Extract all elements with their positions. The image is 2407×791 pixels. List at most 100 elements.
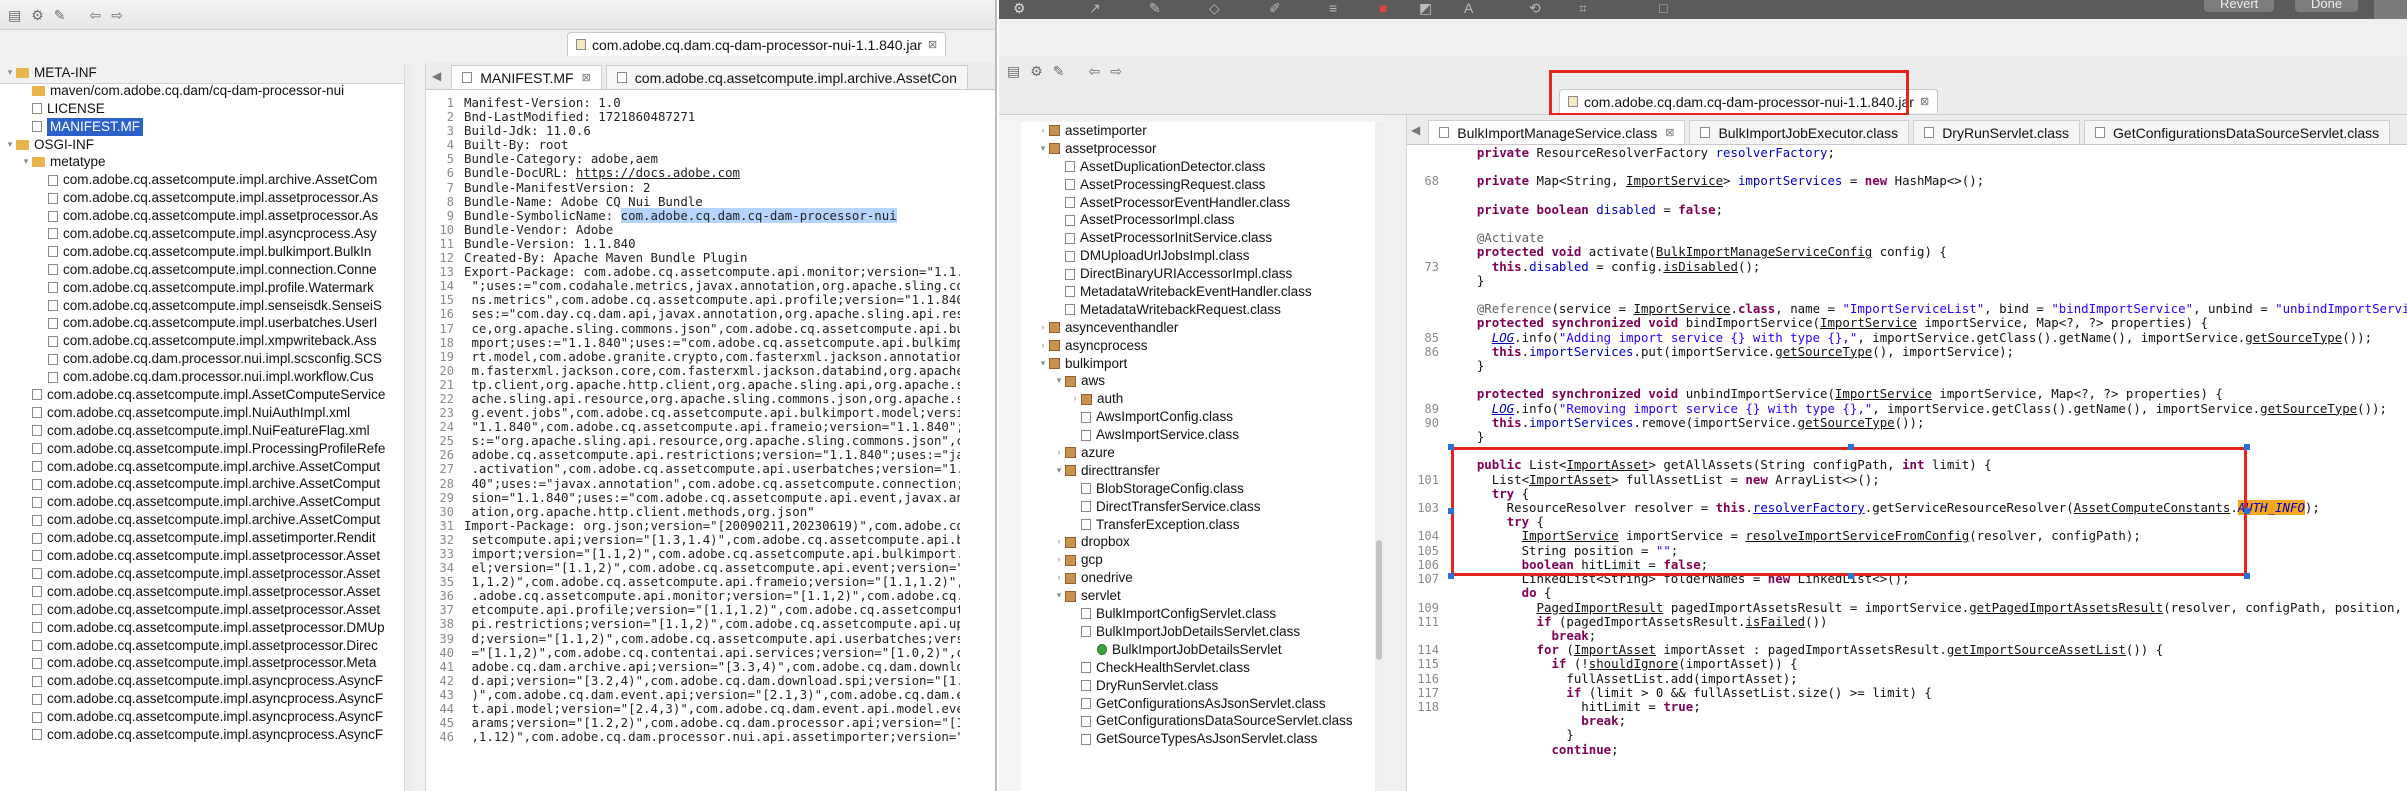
shape-tool-icon[interactable]: ◇ bbox=[1209, 0, 1220, 16]
chevron-right-icon[interactable]: › bbox=[1069, 390, 1081, 408]
scrollbar-thumb[interactable] bbox=[1376, 540, 1382, 660]
tab-dryrunservlet[interactable]: DryRunServlet.class bbox=[1913, 120, 2081, 144]
chevron-right-icon[interactable]: › bbox=[1053, 569, 1065, 587]
close-icon[interactable]: ⊠ bbox=[582, 71, 591, 84]
chevron-right-icon[interactable]: › bbox=[1037, 319, 1049, 337]
tree-item[interactable]: ▾ OSGI-INF bbox=[0, 136, 404, 154]
forward-arrow-icon[interactable]: ⇨ bbox=[1110, 63, 1122, 79]
chevron-down-icon[interactable]: ▾ bbox=[1053, 372, 1065, 390]
fill-tool-icon[interactable]: ◩ bbox=[1419, 0, 1432, 16]
tree-item[interactable]: com.adobe.cq.assetcompute.impl.assetproc… bbox=[0, 583, 404, 601]
selection-handle[interactable] bbox=[1448, 444, 1454, 450]
pin-icon[interactable]: ✎ bbox=[54, 7, 66, 23]
tree-item[interactable]: com.adobe.cq.assetcompute.impl.xmpwriteb… bbox=[0, 332, 404, 350]
tree-item[interactable]: › auth bbox=[1021, 390, 1379, 408]
chevron-right-icon[interactable]: › bbox=[1053, 551, 1065, 569]
tab-asset-class[interactable]: com.adobe.cq.assetcompute.impl.archive.A… bbox=[605, 65, 968, 89]
tree-item[interactable]: AssetProcessorEventHandler.class bbox=[1021, 194, 1379, 212]
text-tool-icon[interactable]: A bbox=[1464, 0, 1473, 16]
back-arrow-icon[interactable]: ⇦ bbox=[90, 7, 102, 23]
tree-item[interactable]: AwsImportService.class bbox=[1021, 426, 1379, 444]
tree-item[interactable]: TransferException.class bbox=[1021, 516, 1379, 534]
tree-item[interactable]: com.adobe.cq.assetcompute.impl.profile.W… bbox=[0, 279, 404, 297]
tree-item[interactable]: LICENSE bbox=[0, 100, 404, 118]
tree-item[interactable]: ▾ META-INF bbox=[0, 64, 404, 82]
tree-item[interactable]: › asynceventhandler bbox=[1021, 319, 1379, 337]
settings-icon[interactable]: ⚙ bbox=[1030, 63, 1043, 79]
back-arrow-icon[interactable]: ⇦ bbox=[1089, 63, 1101, 79]
tree-item[interactable]: com.adobe.cq.assetcompute.impl.asyncproc… bbox=[0, 690, 404, 708]
tree-item[interactable]: › gcp bbox=[1021, 551, 1379, 569]
chevron-right-icon[interactable]: › bbox=[1053, 444, 1065, 462]
tree-item[interactable]: AssetProcessorImpl.class bbox=[1021, 211, 1379, 229]
sash[interactable] bbox=[1383, 115, 1407, 791]
tree-item[interactable]: BulkImportJobDetailsServlet.class bbox=[1021, 623, 1379, 641]
close-icon[interactable]: ⊠ bbox=[1920, 95, 1929, 108]
line-tool-icon[interactable]: ≡ bbox=[1329, 0, 1337, 16]
open-folder-icon[interactable]: ▤ bbox=[1007, 63, 1020, 79]
tree-item[interactable]: DryRunServlet.class bbox=[1021, 677, 1379, 695]
tree-item[interactable]: ▾ aws bbox=[1021, 372, 1379, 390]
tree-item[interactable]: com.adobe.cq.assetcompute.impl.NuiFeatur… bbox=[0, 422, 404, 440]
tree-item[interactable]: › azure bbox=[1021, 444, 1379, 462]
tree-item[interactable]: com.adobe.cq.assetcompute.impl.archive.A… bbox=[0, 493, 404, 511]
tree-item[interactable]: com.adobe.cq.assetcompute.impl.assetproc… bbox=[0, 565, 404, 583]
tree-item[interactable]: BulkImportJobDetailsServlet bbox=[1021, 641, 1379, 659]
tree-item[interactable]: com.adobe.cq.assetcompute.impl.asyncproc… bbox=[0, 225, 404, 243]
tree-item[interactable]: MetadataWritebackEventHandler.class bbox=[1021, 283, 1379, 301]
tree-item[interactable]: com.adobe.cq.assetcompute.impl.NuiAuthIm… bbox=[0, 404, 404, 422]
pen-tool-icon[interactable]: ✎ bbox=[1149, 0, 1161, 16]
selection-handle[interactable] bbox=[1448, 508, 1454, 514]
chevron-down-icon[interactable]: ▾ bbox=[1037, 140, 1049, 158]
tree-item[interactable]: ▾ metatype bbox=[0, 153, 404, 171]
tree-item[interactable]: com.adobe.cq.assetcompute.impl.AssetComp… bbox=[0, 386, 404, 404]
tree-item[interactable]: com.adobe.cq.assetcompute.impl.assetproc… bbox=[0, 601, 404, 619]
color-tool-icon[interactable]: ■ bbox=[1379, 0, 1387, 16]
chevron-right-icon[interactable]: › bbox=[1037, 337, 1049, 355]
sash[interactable] bbox=[412, 64, 426, 791]
tree-item[interactable]: AssetDuplicationDetector.class bbox=[1021, 158, 1379, 176]
tree-item[interactable]: › asyncprocess bbox=[1021, 337, 1379, 355]
gear-icon[interactable]: ⚙ bbox=[1013, 0, 1026, 16]
chevron-down-icon[interactable]: ▾ bbox=[1053, 587, 1065, 605]
tree-item[interactable]: com.adobe.cq.assetcompute.impl.assetproc… bbox=[0, 619, 404, 637]
tree-item[interactable]: AssetProcessorInitService.class bbox=[1021, 229, 1379, 247]
tree-item[interactable]: GetSourceTypesAsJsonServlet.class bbox=[1021, 730, 1379, 748]
rotate-icon[interactable]: ⟲ bbox=[1529, 0, 1541, 16]
tree-item[interactable]: › assetimporter bbox=[1021, 122, 1379, 140]
close-icon[interactable]: ⊠ bbox=[1665, 126, 1674, 139]
tree-item[interactable]: MetadataWritebackRequest.class bbox=[1021, 301, 1379, 319]
tab-scroll-left-icon[interactable]: ◀ bbox=[426, 69, 447, 83]
left-tree-scrollbar[interactable] bbox=[404, 64, 412, 791]
doc-url-link[interactable]: https://docs.adobe.com bbox=[576, 165, 740, 180]
tree-item[interactable]: ▾ bulkimport bbox=[1021, 355, 1379, 373]
tree-item[interactable]: com.adobe.cq.assetcompute.impl.assetproc… bbox=[0, 189, 404, 207]
tree-item[interactable]: ▾ directtransfer bbox=[1021, 462, 1379, 480]
revert-button[interactable]: Revert bbox=[2204, 0, 2275, 12]
tree-item[interactable]: com.adobe.cq.assetcompute.impl.archive.A… bbox=[0, 475, 404, 493]
chevron-right-icon[interactable]: › bbox=[1053, 533, 1065, 551]
tree-item[interactable]: com.adobe.cq.assetcompute.impl.asyncproc… bbox=[0, 726, 404, 744]
tree-item[interactable]: com.adobe.cq.assetcompute.impl.assetproc… bbox=[0, 654, 404, 672]
tree-item[interactable]: › onedrive bbox=[1021, 569, 1379, 587]
tree-item[interactable]: DMUploadUrlJobsImpl.class bbox=[1021, 247, 1379, 265]
tab-bulkimportmanageservice[interactable]: BulkImportManageService.class ⊠ bbox=[1428, 120, 1686, 144]
tree-item[interactable]: com.adobe.cq.assetcompute.impl.archive.A… bbox=[0, 511, 404, 529]
selection-handle[interactable] bbox=[1848, 444, 1854, 450]
tree-item[interactable]: com.adobe.cq.assetcompute.impl.assetproc… bbox=[0, 207, 404, 225]
tab-manifest[interactable]: MANIFEST.MF ⊠ bbox=[451, 65, 602, 89]
chevron-down-icon[interactable]: ▾ bbox=[4, 64, 16, 82]
crop-icon[interactable]: ⌗ bbox=[1579, 0, 1587, 16]
tree-item[interactable]: MANIFEST.MF bbox=[0, 117, 404, 136]
manifest-text[interactable]: Manifest-Version: 1.0 Bnd-LastModified: … bbox=[464, 96, 960, 791]
selection-handle[interactable] bbox=[1848, 573, 1854, 579]
tree-item[interactable]: DirectTransferService.class bbox=[1021, 498, 1379, 516]
chevron-right-icon[interactable]: › bbox=[1037, 122, 1049, 140]
tree-item[interactable]: com.adobe.cq.dam.processor.nui.impl.work… bbox=[0, 368, 404, 386]
tree-item[interactable]: com.adobe.cq.assetcompute.impl.Processin… bbox=[0, 440, 404, 458]
tree-item[interactable]: CheckHealthServlet.class bbox=[1021, 659, 1379, 677]
highlight-tool-icon[interactable]: ✐ bbox=[1269, 0, 1281, 16]
tree-item[interactable]: com.adobe.cq.assetcompute.impl.asyncproc… bbox=[0, 672, 404, 690]
tree-item[interactable]: com.adobe.cq.assetcompute.impl.senseisdk… bbox=[0, 297, 404, 315]
pin-icon[interactable]: ✎ bbox=[1053, 63, 1065, 79]
